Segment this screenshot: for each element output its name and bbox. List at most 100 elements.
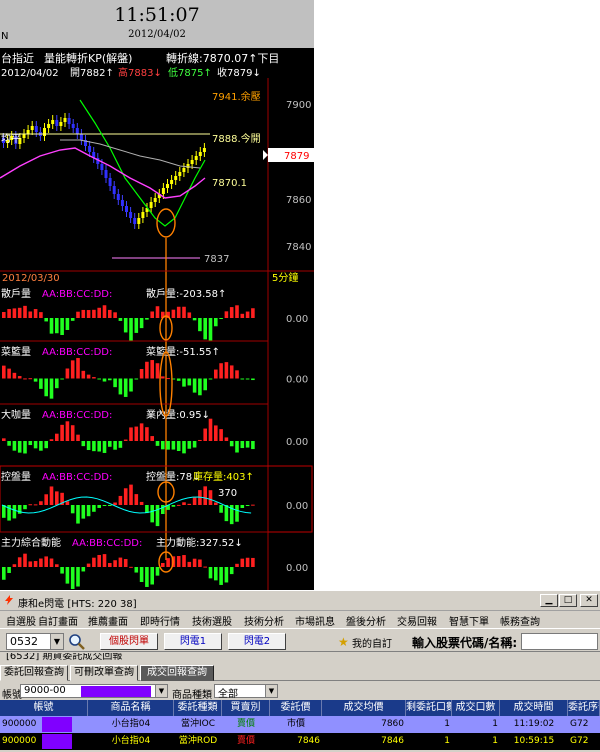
favorites-label[interactable]: 我的自訂 <box>352 635 392 650</box>
flash2-button[interactable]: 閃電2 <box>228 633 286 650</box>
menu-custom-screen[interactable]: 自訂畫面 <box>38 613 78 628</box>
histogram-bar <box>134 378 139 380</box>
histogram-bar <box>224 505 229 522</box>
col-account[interactable]: 帳號 <box>0 700 88 716</box>
menu-technical-screening[interactable]: 技術選股 <box>192 613 232 628</box>
cell-order-price: 市價 <box>286 719 305 729</box>
histogram-bar <box>187 312 192 318</box>
panel-name: 大咖量 <box>1 408 31 421</box>
histogram-bar <box>76 434 80 441</box>
col-order-price[interactable]: 委託價 <box>270 700 322 716</box>
histogram-bar <box>145 318 149 320</box>
star-icon[interactable]: ★ <box>338 635 349 649</box>
panel-axis-zero: 0.00 <box>286 437 308 448</box>
code-select[interactable]: 0532 ▼ <box>6 633 64 650</box>
histogram-bar <box>219 567 223 585</box>
histogram-bar <box>118 557 123 567</box>
table-row[interactable]: 900000 小台指04 當沖ROD 賣價 7846 7846 1 1 10:5… <box>0 733 600 750</box>
menu-after-hours[interactable]: 盤後分析 <box>346 613 386 628</box>
histogram-bar <box>155 306 160 318</box>
table-row[interactable]: 900000 小台指04 當沖IOC 賣價 市價 7860 1 1 11:19:… <box>0 716 600 733</box>
histogram-bar <box>182 306 186 318</box>
minimize-button[interactable]: ▁ <box>540 594 558 607</box>
histogram-bar <box>28 441 33 446</box>
histogram-bar <box>60 318 64 335</box>
histogram-bar <box>44 494 48 505</box>
tab-modifiable-orders[interactable]: 可刪改單查詢 <box>70 665 138 681</box>
chevron-down-icon[interactable]: ▼ <box>155 685 167 697</box>
histogram-bar <box>65 318 70 330</box>
quick-order-button[interactable]: 個股閃單 <box>100 633 158 650</box>
histogram-bar <box>102 505 107 506</box>
cell-fill-time: 10:59:15 <box>513 736 555 746</box>
flash1-button[interactable]: 閃電1 <box>164 633 222 650</box>
candle-body <box>182 168 186 172</box>
candle-body <box>104 170 108 178</box>
menu-watchlist[interactable]: 自選股 <box>6 613 36 628</box>
col-remaining-qty[interactable]: 剩委託口數 <box>406 700 452 716</box>
histogram-bar <box>12 505 17 519</box>
menu-smart-order[interactable]: 智慧下單 <box>449 613 489 628</box>
histogram-bar <box>97 505 101 508</box>
histogram-bar <box>251 308 255 318</box>
col-fill-time[interactable]: 成交時間 <box>500 700 568 716</box>
histogram-bar <box>192 318 197 321</box>
candle-body <box>194 156 198 160</box>
account-select[interactable]: 9000-00 ▼ <box>20 684 168 698</box>
col-side[interactable]: 買賣別 <box>222 700 270 716</box>
histogram-bar <box>28 504 33 506</box>
clock-time: 11:51:07 <box>114 4 200 26</box>
histogram-bar <box>28 311 33 318</box>
histogram-bar <box>2 365 6 379</box>
histogram-bar <box>17 376 22 379</box>
histogram-bar <box>113 312 117 318</box>
close-button[interactable]: ✕ <box>580 594 598 607</box>
col-order-no[interactable]: 委託序號 <box>568 700 600 716</box>
candle-body <box>137 218 141 224</box>
histogram-bar <box>166 441 170 450</box>
tab-fill-report[interactable]: 成交回報查詢 <box>140 665 214 681</box>
histogram-bar <box>33 504 38 506</box>
maximize-button[interactable]: □ <box>559 594 577 607</box>
candle-body <box>30 126 34 130</box>
histogram-bar <box>70 425 75 441</box>
histogram-bar <box>155 567 160 576</box>
menu-account-query[interactable]: 帳務查詢 <box>500 613 540 628</box>
search-icon[interactable] <box>68 633 86 650</box>
histogram-bar <box>7 441 11 446</box>
tab-order-report[interactable]: 委託回報查詢 <box>0 665 68 681</box>
menu-market-news[interactable]: 市場訊息 <box>295 613 335 628</box>
histogram-bar <box>123 378 128 397</box>
candle-body <box>88 146 92 152</box>
histogram-bar <box>235 305 239 318</box>
kline-chart[interactable]: 台指近 量能轉折KP(解盤) 轉折線:7870.07↑下目 2012/04/02… <box>0 48 314 590</box>
chevron-down-icon[interactable]: ▼ <box>265 685 277 697</box>
histogram-bar <box>171 505 176 507</box>
menu-recommended-screen[interactable]: 推薦畫面 <box>88 613 128 628</box>
candle-body <box>202 148 206 152</box>
col-product[interactable]: 商品名稱 <box>88 700 174 716</box>
chevron-down-icon[interactable]: ▼ <box>50 634 63 649</box>
candle-body <box>67 118 71 124</box>
right-blank-area <box>314 0 600 590</box>
candle-body <box>43 128 46 136</box>
menu-realtime-quotes[interactable]: 即時行情 <box>140 613 180 628</box>
annotation-ellipse-1 <box>156 208 176 238</box>
tab-bar: 委託回報查詢 可刪改單查詢 成交回報查詢 <box>0 663 600 681</box>
stock-search-input[interactable] <box>521 633 598 650</box>
col-avg-price[interactable]: 成交均價 <box>322 700 406 716</box>
cell-order-type: 當沖IOC <box>180 719 216 729</box>
histogram-bar <box>214 567 218 581</box>
product-type-select[interactable]: 全部 ▼ <box>214 684 278 700</box>
menu-trade-report[interactable]: 交易回報 <box>397 613 437 628</box>
histogram-bar <box>70 505 75 514</box>
col-filled-qty[interactable]: 成交口數 <box>452 700 500 716</box>
account-redaction <box>81 686 151 697</box>
window-titlebar[interactable]: 康和e閃電 [HTS: 220 38] ▁ □ ✕ <box>0 591 600 611</box>
histogram-bar <box>182 378 186 387</box>
menu-technical-analysis[interactable]: 技術分析 <box>244 613 284 628</box>
candle-body <box>166 184 169 188</box>
histogram-bar <box>7 368 11 379</box>
col-order-type[interactable]: 委託種類 <box>174 700 222 716</box>
candle-body <box>112 186 116 194</box>
